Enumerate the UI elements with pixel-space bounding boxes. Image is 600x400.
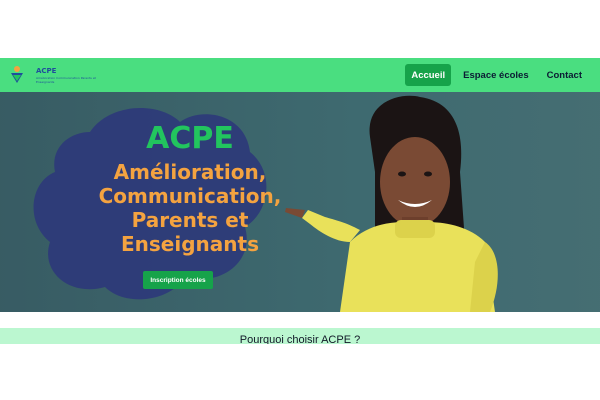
section-title: Pourquoi choisir ACPE ? — [239, 334, 361, 344]
navbar: ACPE Amélioration Communication Parents … — [0, 58, 600, 92]
hero-subtitle: Amélioration, Communication, Parents et … — [60, 160, 320, 256]
inscription-ecoles-button[interactable]: Inscription écoles — [143, 271, 213, 289]
nav-item-espace-ecoles[interactable]: Espace écoles — [457, 64, 535, 86]
logo-tagline: Amélioration Communication Parents et En… — [36, 76, 96, 84]
page: ACPE Amélioration Communication Parents … — [0, 0, 600, 400]
hero-subtitle-line: Enseignants — [121, 232, 259, 256]
hero-banner: ACPE Amélioration, Communication, Parent… — [0, 92, 600, 312]
why-section: Pourquoi choisir ACPE ? — [0, 328, 600, 344]
nav-item-contact[interactable]: Contact — [541, 64, 588, 86]
hero-subtitle-line: Parents et — [131, 208, 249, 232]
hero-title: ACPE — [146, 121, 234, 156]
logo-text: ACPE — [36, 67, 57, 75]
logo-icon — [11, 66, 23, 83]
hero-subtitle-line: Communication, — [98, 184, 282, 208]
main-menu: Accueil Espace écoles Contact — [405, 62, 588, 88]
logo[interactable]: ACPE Amélioration Communication Parents … — [10, 61, 96, 89]
nav-item-accueil[interactable]: Accueil — [405, 64, 452, 86]
hero-subtitle-line: Amélioration, — [113, 160, 267, 184]
